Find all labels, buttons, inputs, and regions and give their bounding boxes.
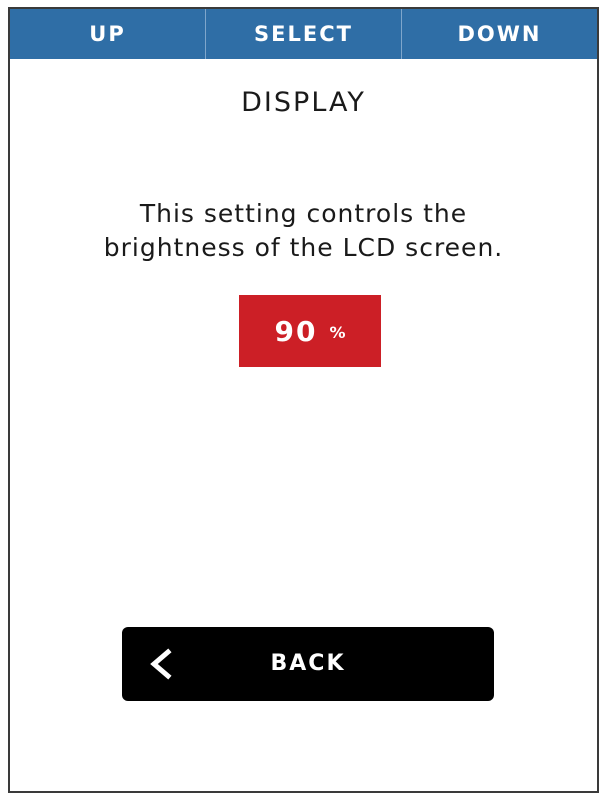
- description-line-1: This setting controls the: [139, 199, 468, 228]
- device-screen: UP SELECT DOWN DISPLAY This setting cont…: [8, 7, 599, 793]
- brightness-unit: %: [329, 323, 346, 342]
- brightness-number: 90: [274, 314, 318, 348]
- back-button[interactable]: BACK: [122, 627, 494, 701]
- nav-bar: UP SELECT DOWN: [10, 9, 597, 59]
- back-label: BACK: [270, 651, 346, 676]
- up-button[interactable]: UP: [10, 9, 206, 59]
- down-button[interactable]: DOWN: [402, 9, 597, 59]
- select-button[interactable]: SELECT: [206, 9, 402, 59]
- description-line-2: brightness of the LCD screen.: [103, 233, 504, 262]
- setting-description: This setting controls the brightness of …: [10, 197, 597, 265]
- page-title: DISPLAY: [241, 87, 366, 118]
- brightness-value[interactable]: 90 %: [239, 295, 381, 367]
